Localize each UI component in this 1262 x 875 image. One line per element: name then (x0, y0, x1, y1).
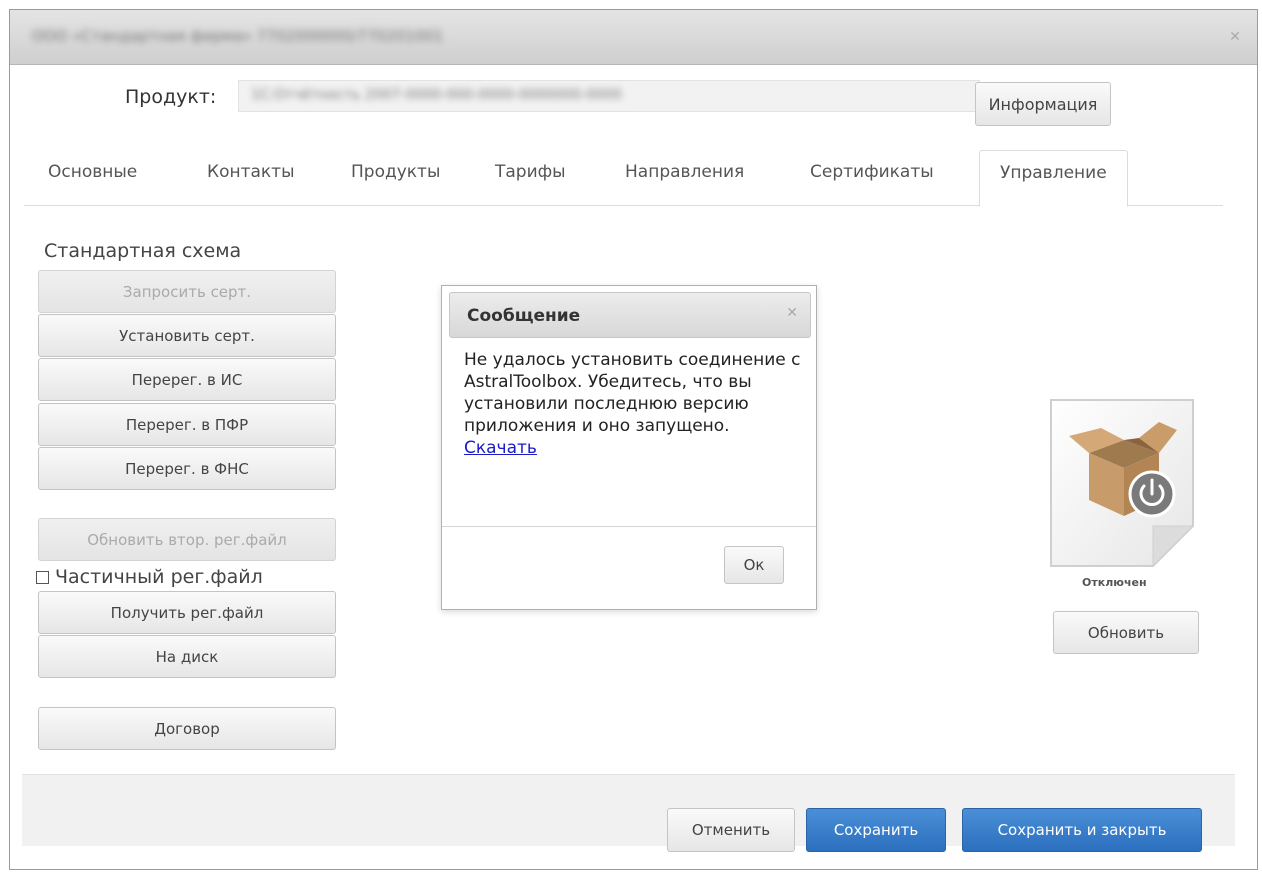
status-label: Отключен (1082, 576, 1147, 589)
save-button[interactable]: Сохранить (806, 808, 946, 852)
tab-bar: Основные Контакты Продукты Тарифы Направ… (24, 144, 1223, 207)
product-value: 1С:Отчётность 2007-0000-000-0000-0000000… (251, 87, 622, 103)
ok-button[interactable]: Ок (724, 546, 784, 584)
product-label: Продукт: (125, 86, 217, 108)
rereg-is-button[interactable]: Перерег. в ИС (38, 358, 336, 401)
partial-regfile-checkbox[interactable] (36, 570, 49, 584)
install-cert-button[interactable]: Установить серт. (38, 314, 336, 357)
message-dialog: Сообщение ✕ Не удалось установить соедин… (441, 285, 817, 610)
window-title: ООО «Стандартная фирма» 7702000000/77020… (32, 27, 444, 45)
rereg-pfr-button[interactable]: Перерег. в ПФР (38, 403, 336, 446)
dialog-title: Сообщение (467, 306, 581, 326)
update-second-regfile-button[interactable]: Обновить втор. рег.файл (38, 518, 336, 561)
request-cert-button[interactable]: Запросить серт. (38, 270, 336, 313)
tab-certificates[interactable]: Сертификаты (810, 162, 934, 182)
product-field: 1С:Отчётность 2007-0000-000-0000-0000000… (238, 80, 980, 112)
contract-button[interactable]: Договор (38, 707, 336, 750)
tab-management[interactable]: Управление (979, 150, 1128, 207)
get-regfile-button[interactable]: Получить рег.файл (38, 591, 336, 634)
dialog-close-icon[interactable]: ✕ (786, 305, 798, 321)
partial-regfile-label: Частичный рег.файл (55, 566, 263, 588)
download-link[interactable]: Скачать (464, 438, 537, 458)
dialog-separator (442, 526, 816, 527)
tab-products[interactable]: Продукты (351, 162, 440, 182)
scheme-title: Стандартная схема (44, 240, 242, 262)
refresh-button[interactable]: Обновить (1053, 611, 1199, 654)
tab-contacts[interactable]: Контакты (207, 162, 295, 182)
dialog-header: Сообщение ✕ (449, 292, 811, 338)
cancel-button[interactable]: Отменить (667, 808, 795, 852)
info-button[interactable]: Информация (975, 82, 1111, 126)
tab-tariffs[interactable]: Тарифы (495, 162, 566, 182)
tab-directions[interactable]: Направления (625, 162, 744, 182)
partial-regfile-checkbox-row[interactable]: Частичный рег.файл (36, 566, 263, 588)
to-disk-button[interactable]: На диск (38, 635, 336, 678)
tab-main[interactable]: Основные (48, 162, 137, 182)
window-close-icon[interactable]: ✕ (1225, 27, 1245, 47)
rereg-fns-button[interactable]: Перерег. в ФНС (38, 447, 336, 490)
dialog-message: Не удалось установить соединение с Astra… (464, 349, 804, 459)
save-and-close-button[interactable]: Сохранить и закрыть (962, 808, 1202, 852)
status-panel (1049, 398, 1195, 568)
box-power-icon (1050, 399, 1195, 568)
window-titlebar: ООО «Стандартная фирма» 7702000000/77020… (10, 10, 1257, 65)
dialog-message-text: Не удалось установить соединение с Astra… (464, 350, 801, 436)
